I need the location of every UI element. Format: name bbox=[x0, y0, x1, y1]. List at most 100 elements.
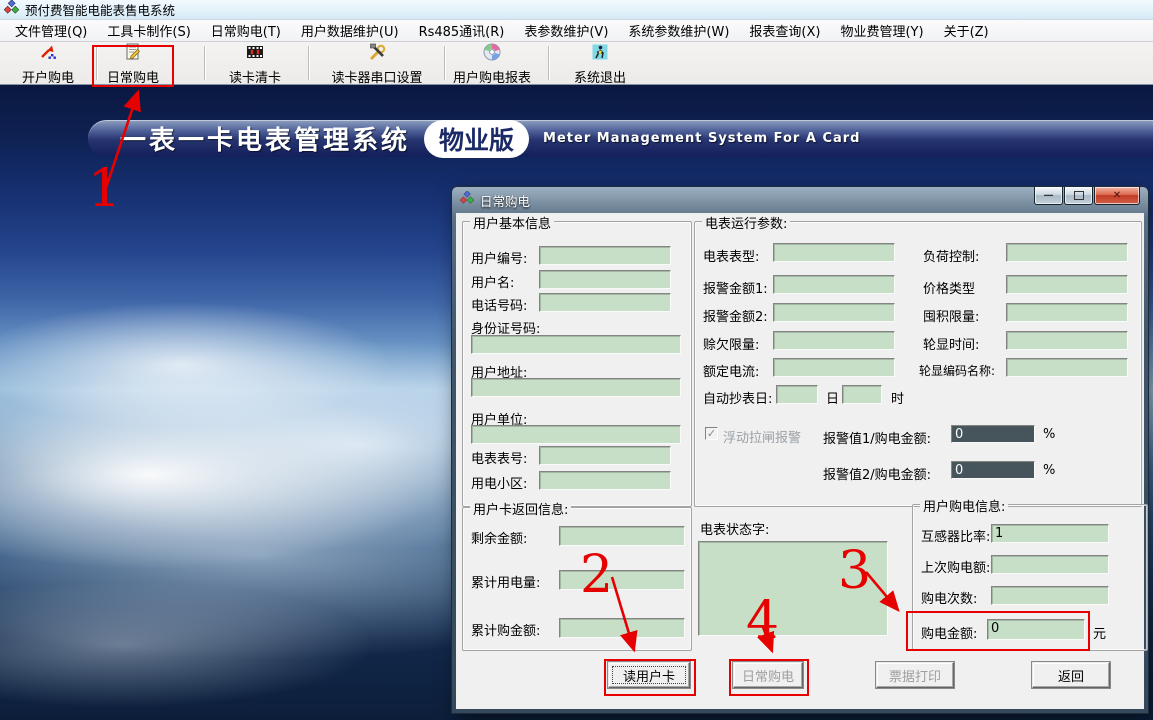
display-time-field[interactable] bbox=[1006, 331, 1128, 350]
daily-purchase-button[interactable]: 日常购电 bbox=[733, 662, 803, 688]
app-icon bbox=[460, 191, 474, 209]
id-card-field[interactable] bbox=[471, 335, 681, 354]
unit-field[interactable] bbox=[471, 425, 681, 444]
menu-report-query[interactable]: 报表查询(X) bbox=[740, 19, 829, 42]
card-reader-serial-icon bbox=[367, 42, 387, 66]
transformer-ratio-label: 互感器比率: bbox=[921, 526, 990, 545]
remaining-amount-field[interactable] bbox=[559, 526, 685, 546]
toolbar-daily-purchase-button[interactable]: 日常购电 bbox=[98, 44, 168, 83]
user-number-label: 用户编号: bbox=[471, 248, 527, 267]
user-name-field[interactable] bbox=[539, 270, 671, 289]
return-button[interactable]: 返回 bbox=[1032, 662, 1110, 688]
district-label: 用电小区: bbox=[471, 473, 527, 492]
dialog-title: 日常购电 bbox=[480, 191, 530, 210]
toolbar-system-exit-button[interactable]: 系统退出 bbox=[556, 44, 644, 83]
daily-purchase-icon bbox=[123, 42, 143, 66]
group-legend: 电表运行参数: bbox=[702, 213, 790, 232]
read-user-card-button[interactable]: 读用户卡 bbox=[608, 662, 690, 688]
rated-current-field[interactable] bbox=[773, 358, 895, 377]
app-title: 预付费智能电能表售电系统 bbox=[25, 0, 175, 19]
banner-title: 一表一卡电表管理系统 bbox=[120, 120, 410, 157]
system-exit-icon bbox=[590, 42, 610, 66]
auto-read-day-field[interactable] bbox=[776, 385, 818, 404]
alarm-amount1-field[interactable] bbox=[773, 275, 895, 294]
load-control-field[interactable] bbox=[1006, 243, 1128, 262]
menu-rs485[interactable]: Rs485通讯(R) bbox=[410, 19, 514, 42]
alarm1-ratio-field[interactable]: 0 bbox=[951, 425, 1035, 443]
toolbar-label: 读卡器串口设置 bbox=[331, 67, 422, 86]
banner-subtitle: Meter Management System For A Card bbox=[543, 131, 860, 146]
alarm-amount1-label: 报警金额1: bbox=[703, 278, 768, 297]
meter-number-label: 电表表号: bbox=[471, 448, 527, 467]
toolbar-separator bbox=[204, 46, 205, 80]
price-type-label: 价格类型 bbox=[923, 278, 975, 297]
group-card-return: 用户卡返回信息: 剩余金额: 累计用电量: 累计购金额: bbox=[462, 507, 692, 651]
toolbar-open-account-button[interactable]: 开户购电 bbox=[4, 44, 92, 83]
menu-meter-params[interactable]: 表参数维护(V) bbox=[515, 19, 617, 42]
receipt-print-button[interactable]: 票据打印 bbox=[876, 662, 954, 688]
meter-type-field[interactable] bbox=[773, 243, 895, 262]
menu-system-params[interactable]: 系统参数维护(W) bbox=[619, 19, 738, 42]
alarm-amount2-field[interactable] bbox=[773, 303, 895, 322]
toolbar-separator bbox=[96, 46, 97, 80]
auto-read-hour-field[interactable] bbox=[842, 385, 882, 404]
menu-user-data[interactable]: 用户数据维护(U) bbox=[292, 19, 408, 42]
minimize-button[interactable]: — bbox=[1034, 187, 1063, 205]
float-alarm-checkbox[interactable]: ✓ bbox=[705, 427, 718, 440]
percent-label: % bbox=[1043, 427, 1055, 442]
meter-status-label: 电表状态字: bbox=[700, 519, 769, 538]
banner: 一表一卡电表管理系统 物业版 Meter Management System F… bbox=[88, 120, 1153, 157]
total-usage-label: 累计用电量: bbox=[471, 572, 540, 591]
main-titlebar[interactable]: 预付费智能电能表售电系统 bbox=[0, 0, 1153, 20]
phone-label: 电话号码: bbox=[471, 295, 527, 314]
phone-field[interactable] bbox=[539, 293, 671, 312]
dialog-client-area: 用户基本信息 用户编号: 用户名: 电话号码: 身份证号码: 用户地址: 用户单… bbox=[456, 213, 1144, 709]
toolbar-card-reader-serial-button[interactable]: 读卡器串口设置 bbox=[316, 44, 438, 83]
toolbar-read-clear-card-button[interactable]: 读卡清卡 bbox=[212, 44, 298, 83]
district-field[interactable] bbox=[539, 471, 671, 490]
menu-property-fee[interactable]: 物业费管理(Y) bbox=[831, 19, 932, 42]
menu-daily-purchase[interactable]: 日常购电(T) bbox=[202, 19, 290, 42]
group-legend: 用户购电信息: bbox=[920, 496, 1008, 515]
menu-about[interactable]: 关于(Z) bbox=[935, 19, 998, 42]
user-name-label: 用户名: bbox=[471, 272, 514, 291]
transformer-ratio-field[interactable]: 1 bbox=[991, 524, 1109, 543]
address-field[interactable] bbox=[471, 378, 681, 397]
hoard-limit-field[interactable] bbox=[1006, 303, 1128, 322]
alarm2-ratio-field[interactable]: 0 bbox=[951, 461, 1035, 479]
total-purchase-field[interactable] bbox=[559, 618, 685, 638]
last-purchase-label: 上次购电额: bbox=[921, 557, 990, 576]
total-usage-field[interactable] bbox=[559, 570, 685, 590]
menu-tool-card[interactable]: 工具卡制作(S) bbox=[98, 19, 199, 42]
meter-status-box[interactable] bbox=[698, 541, 888, 636]
banner-edition-badge: 物业版 bbox=[424, 120, 529, 158]
alarm1-ratio-label: 报警值1/购电金额: bbox=[823, 428, 931, 447]
toolbar-separator bbox=[308, 46, 309, 80]
maximize-button[interactable] bbox=[1064, 187, 1093, 205]
dialog-titlebar[interactable]: 日常购电 — ✕ bbox=[452, 187, 1148, 213]
menu-file[interactable]: 文件管理(Q) bbox=[6, 19, 96, 42]
toolbar: 开户购电 日常购电 读卡清卡 bbox=[0, 42, 1153, 85]
close-button[interactable]: ✕ bbox=[1094, 187, 1140, 205]
yuan-unit-label: 元 bbox=[1093, 623, 1106, 642]
purchase-amount-field[interactable]: 0 bbox=[987, 619, 1085, 640]
last-purchase-field[interactable] bbox=[991, 555, 1109, 574]
user-number-field[interactable] bbox=[539, 246, 671, 265]
group-meter-params: 电表运行参数: 电表表型: 报警金额1: 报警金额2: 赊欠限量: 额定电流: … bbox=[694, 221, 1142, 507]
rated-current-label: 额定电流: bbox=[703, 361, 759, 380]
auto-read-day-label: 自动抄表日: bbox=[703, 388, 772, 407]
display-code-name-field[interactable] bbox=[1006, 358, 1128, 377]
group-purchase-info: 用户购电信息: 互感器比率: 1 上次购电额: 购电次数: 购电金额: 0 元 bbox=[912, 504, 1148, 651]
group-legend: 用户基本信息 bbox=[470, 213, 554, 232]
purchase-report-icon bbox=[482, 42, 502, 66]
purchase-count-field[interactable] bbox=[991, 586, 1109, 605]
price-type-field[interactable] bbox=[1006, 275, 1128, 294]
meter-number-field[interactable] bbox=[539, 446, 671, 465]
open-account-icon bbox=[38, 42, 58, 66]
button-label: 日常购电 bbox=[742, 666, 794, 685]
toolbar-purchase-report-button[interactable]: 用户购电报表 bbox=[440, 44, 544, 83]
credit-limit-field[interactable] bbox=[773, 331, 895, 350]
load-control-label: 负荷控制: bbox=[923, 246, 979, 265]
alarm-amount2-label: 报警金额2: bbox=[703, 306, 768, 325]
float-alarm-label: 浮动拉闸报警 bbox=[723, 427, 801, 446]
